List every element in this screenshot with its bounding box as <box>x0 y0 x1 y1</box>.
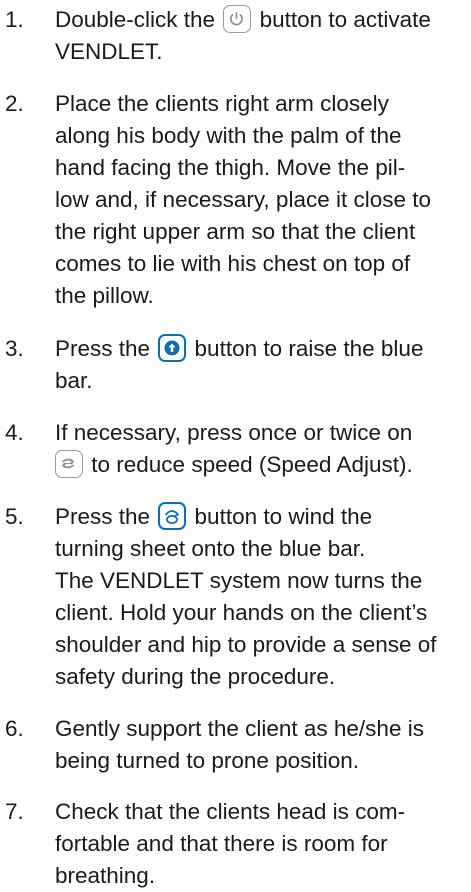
text-line: Press the button to raise the blue <box>55 334 424 362</box>
step-text: Press the button to raise the blue bar. <box>55 333 465 397</box>
speed-adjust-icon <box>55 450 83 478</box>
text-line: the right upper arm so that the client <box>55 219 416 244</box>
step-number: 7. <box>5 799 24 824</box>
text-line: If necessary, press once or twice on <box>55 420 413 445</box>
text-line: shoulder and hip to provide a sense of <box>55 632 437 657</box>
text-line: Double-click the button to activate <box>55 5 431 33</box>
text-line: Press the button to wind the <box>55 502 373 530</box>
step-text: Place the clients right arm closely alon… <box>55 88 465 312</box>
text-line: turning sheet onto the blue bar. <box>55 536 366 561</box>
text-line: safety during the procedure. <box>55 664 336 689</box>
step-text: Gently support the client as he/she is b… <box>55 713 465 777</box>
text-line: the pillow. <box>55 283 154 308</box>
text-line: being turned to prone position. <box>55 748 359 773</box>
text-line: to reduce speed (Speed Adjust). <box>55 449 465 481</box>
step-number: 4. <box>5 420 24 445</box>
step-number: 6. <box>5 716 24 741</box>
text-line: Place the clients right arm closely <box>55 91 389 116</box>
text-line: Check that the clients head is com- <box>55 799 406 824</box>
arrow-up-icon <box>158 334 187 362</box>
text-line: Gently support the client as he/she is <box>55 716 424 741</box>
step-number: 2. <box>5 91 24 116</box>
step-number: 3. <box>5 336 24 361</box>
text-line: comes to lie with his chest on top of <box>55 251 411 276</box>
wind-sheet-icon <box>158 502 187 530</box>
power-icon <box>223 5 252 33</box>
step-number: 5. <box>5 504 24 529</box>
step-text: Double-click the button to activate VEND… <box>55 4 465 68</box>
text-line: client. Hold your hands on the client’s <box>55 600 428 625</box>
text-line: VENDLET. <box>55 39 163 64</box>
step-text: Press the button to wind the turning she… <box>55 501 465 693</box>
text-line: low and, if necessary, place it close to <box>55 187 432 212</box>
text-line: fortable and that there is room for <box>55 831 388 856</box>
step-number: 1. <box>5 7 24 32</box>
text-line: The VENDLET system now turns the <box>55 568 423 593</box>
step-text: Check that the clients head is com- fort… <box>55 796 465 892</box>
step-text: If necessary, press once or twice on to … <box>55 417 465 481</box>
text-line: breathing. <box>55 863 156 888</box>
text-line: along his body with the palm of the <box>55 123 402 148</box>
text-line: bar. <box>55 368 93 393</box>
text-line: hand facing the thigh. Move the pil- <box>55 155 406 180</box>
